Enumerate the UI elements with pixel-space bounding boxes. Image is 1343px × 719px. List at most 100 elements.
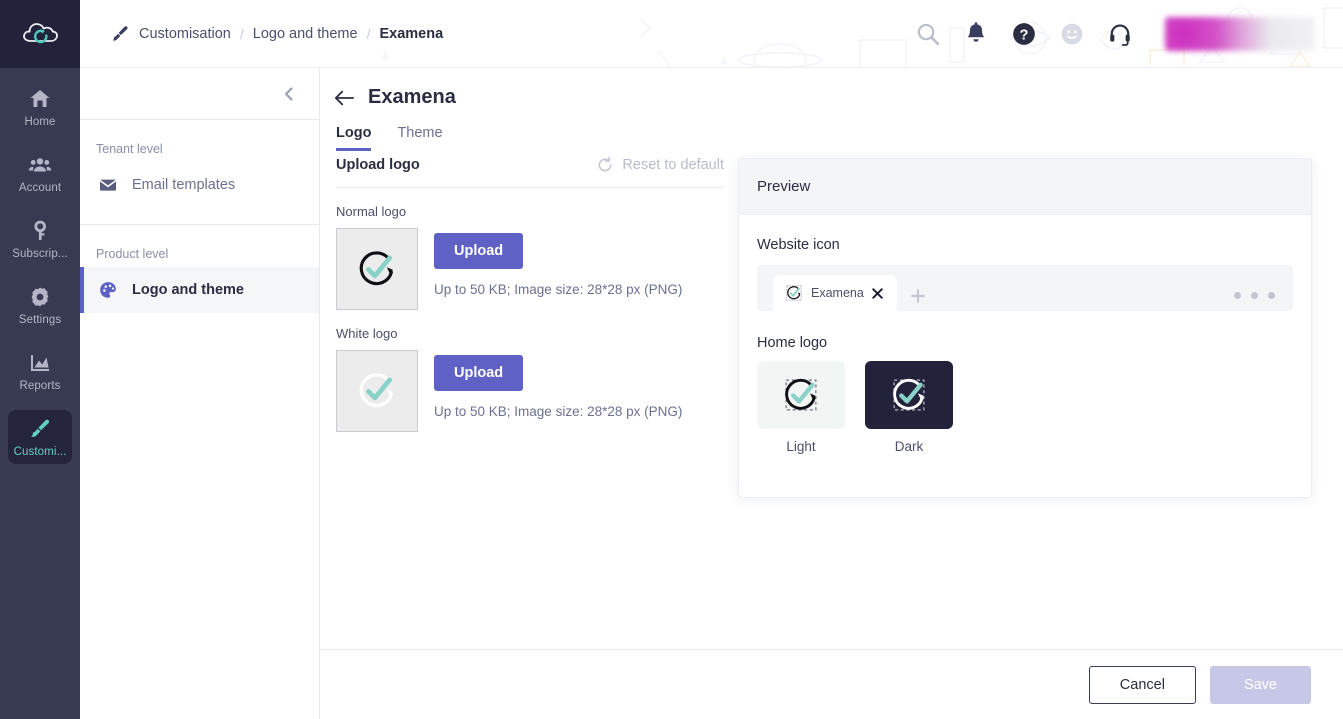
sidebar-item-account[interactable]: Account: [8, 146, 72, 200]
top-bar-actions: ?: [915, 0, 1315, 67]
paintbrush-icon: [31, 419, 50, 437]
home-logo-dark-tile[interactable]: [865, 361, 953, 429]
nav-group-label-product: Product level: [96, 247, 169, 261]
upload-normal-logo-button[interactable]: Upload: [434, 233, 524, 269]
home-logo-variants: Light Dark: [757, 361, 1293, 454]
sidebar-item-label: Account: [18, 182, 62, 194]
reset-counterclockwise-icon: [598, 156, 612, 172]
sidebar-item-home[interactable]: Home: [8, 80, 72, 134]
home-logo-variant-light: Light: [757, 361, 845, 454]
breadcrumb-separator: /: [239, 26, 244, 42]
arrow-left-icon[interactable]: [334, 89, 354, 107]
home-logo-variant-dark: Dark: [865, 361, 953, 454]
subnav-header: [80, 68, 319, 120]
sidebar-item-label: Settings: [18, 314, 62, 326]
main-content: Examena Logo Theme Upload logo Reset to …: [320, 68, 1343, 719]
bell-icon[interactable]: [963, 21, 989, 47]
section-title: Upload logo: [336, 157, 420, 173]
search-icon[interactable]: [915, 21, 941, 47]
sidebar-item-customisation[interactable]: Customi...: [8, 410, 72, 464]
examena-favicon-icon: [786, 285, 802, 301]
top-bar: Customisation / Logo and theme / Examena…: [80, 0, 1343, 68]
page-title: Examena: [368, 86, 456, 108]
section-divider: [336, 187, 724, 188]
browser-tab-title: Examena: [811, 286, 864, 300]
breadcrumb-item-examena: Examena: [379, 26, 444, 42]
upload-hint: Up to 50 KB; Image size: 28*28 px (PNG): [434, 404, 683, 419]
sidebar-item-label: Subscrip...: [12, 248, 68, 260]
nav-item-email-templates[interactable]: Email templates: [80, 162, 319, 208]
logo-block-label: Normal logo: [336, 204, 407, 219]
home-icon: [30, 90, 50, 107]
sidebar-item-reports[interactable]: Reports: [8, 344, 72, 398]
chart-icon: [31, 355, 49, 371]
home-logo-label: Home logo: [757, 335, 828, 351]
tab-bar: Logo Theme: [320, 109, 1343, 151]
cloud-arrow-logo-icon: [23, 23, 58, 44]
logo-block-label: White logo: [336, 326, 398, 341]
sidebar-item-subscription[interactable]: Subscrip...: [8, 212, 72, 266]
home-logo-light-tile[interactable]: [757, 361, 845, 429]
gear-icon: [31, 287, 49, 307]
nav-item-logo-and-theme[interactable]: Logo and theme: [80, 267, 319, 313]
preview-card-header: Preview: [739, 159, 1311, 215]
sidebar-item-label: Customi...: [13, 446, 67, 458]
nav-item-label: Logo and theme: [132, 282, 244, 298]
upload-logo-section: Upload logo Reset to default Normal logo: [336, 156, 724, 432]
cancel-button[interactable]: Cancel: [1088, 665, 1196, 704]
normal-logo-preview: [336, 228, 418, 310]
preview-card-body: Website icon Examena Home logo Light Dar…: [739, 215, 1311, 454]
preview-card: Preview Website icon Examena Home logo L…: [738, 158, 1312, 498]
headset-icon[interactable]: [1107, 21, 1133, 47]
examena-check-logo-dark-icon: [359, 251, 393, 286]
breadcrumb-item-customisation[interactable]: Customisation: [139, 26, 231, 42]
examena-check-logo-white-icon: [359, 373, 393, 408]
white-logo-preview: [336, 350, 418, 432]
page-header: Examena: [320, 68, 1343, 109]
nav-item-label: Email templates: [132, 177, 236, 193]
breadcrumb: Customisation / Logo and theme / Examena: [110, 0, 444, 67]
logo-block-white: White logo Upload Up to 50 KB; Image siz…: [336, 326, 724, 432]
upload-hint: Up to 50 KB; Image size: 28*28 px (PNG): [434, 282, 683, 297]
save-button: Save: [1209, 665, 1311, 704]
sidebar-item-label: Home: [24, 116, 56, 128]
upload-section-header: Upload logo Reset to default: [336, 156, 724, 174]
logo-block-normal: Normal logo Upload Up to 50 KB; Image si…: [336, 204, 724, 310]
primary-nav-rail: Home Account Subscrip... Settings Report…: [0, 0, 80, 719]
breadcrumb-item-logo-and-theme[interactable]: Logo and theme: [253, 26, 358, 42]
plus-icon[interactable]: [911, 289, 925, 303]
chevron-left-icon[interactable]: [281, 86, 297, 102]
reset-to-default-label: Reset to default: [622, 157, 724, 173]
home-logo-variant-name: Light: [786, 439, 816, 454]
browser-tab[interactable]: Examena: [773, 275, 897, 311]
envelope-icon: [99, 179, 117, 191]
reset-to-default-button[interactable]: Reset to default: [596, 156, 724, 174]
browser-mockup: Examena: [757, 265, 1293, 311]
paintbrush-icon: [112, 26, 128, 41]
sidebar-item-settings[interactable]: Settings: [8, 278, 72, 332]
secondary-nav-panel: Tenant level Email templates Product lev…: [80, 68, 320, 719]
users-icon: [28, 158, 52, 172]
breadcrumb-separator: /: [366, 26, 371, 42]
sidebar-item-label: Reports: [19, 380, 61, 392]
action-footer: Cancel Save: [320, 649, 1343, 719]
key-icon: [34, 220, 46, 240]
examena-check-logo-white-icon: [893, 378, 925, 411]
tab-logo[interactable]: Logo: [336, 125, 372, 151]
home-logo-section: Home logo Light Dark: [757, 335, 1293, 454]
app-logo[interactable]: [0, 0, 80, 68]
smiley-icon[interactable]: [1059, 21, 1085, 47]
three-dots-icon[interactable]: [1234, 292, 1275, 299]
upload-white-logo-button[interactable]: Upload: [434, 355, 524, 391]
help-icon[interactable]: ?: [1011, 21, 1037, 47]
close-icon[interactable]: [872, 287, 883, 299]
nav-group-label-tenant: Tenant level: [96, 142, 163, 156]
website-icon-label: Website icon: [757, 237, 840, 253]
preview-title: Preview: [757, 178, 811, 195]
home-logo-variant-name: Dark: [894, 439, 924, 454]
palette-icon: [100, 282, 116, 298]
tab-theme[interactable]: Theme: [397, 125, 442, 151]
svg-text:?: ?: [1020, 27, 1029, 43]
examena-check-logo-dark-icon: [785, 378, 817, 411]
user-avatar[interactable]: [1165, 17, 1315, 51]
